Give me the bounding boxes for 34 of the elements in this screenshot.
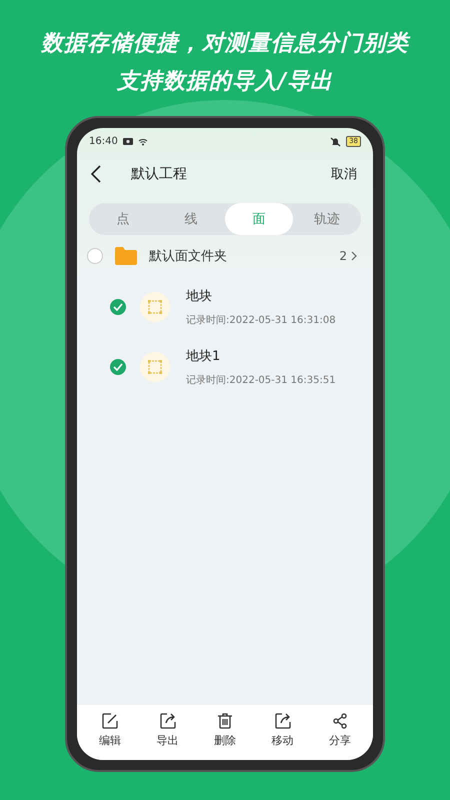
toolbar-button[interactable]: 分享 xyxy=(315,713,365,748)
checkbox[interactable] xyxy=(110,359,126,375)
item-name: 地块1 xyxy=(186,348,222,365)
export-icon xyxy=(160,713,176,729)
folder-icon xyxy=(115,247,137,265)
polygon-icon xyxy=(140,292,170,322)
status-time: 16:40 xyxy=(89,136,118,147)
headline-text: 支持数据的导入/导出 xyxy=(116,68,334,96)
notification-icon xyxy=(122,138,133,145)
polygon-icon xyxy=(140,352,170,382)
move-icon xyxy=(274,713,290,729)
checkmark-icon xyxy=(113,363,123,371)
headline-text: 数据存储便捷，对测量信息分门别类 xyxy=(41,30,409,58)
page-title: 默认工程 xyxy=(131,165,187,183)
cancel-button[interactable]: 取消 xyxy=(331,165,357,183)
back-icon[interactable] xyxy=(91,165,101,183)
item-name: 地块 xyxy=(186,288,213,305)
toolbar-button[interactable]: 导出 xyxy=(142,713,192,748)
record-time: 记录时间:2022-05-31 16:35:51 xyxy=(186,374,336,387)
folder-name: 默认面文件夹 xyxy=(149,248,227,265)
chevron-right-icon xyxy=(351,251,357,261)
checkmark-icon xyxy=(113,303,123,311)
mute-icon xyxy=(330,136,342,146)
checkbox[interactable] xyxy=(87,248,103,264)
checkbox[interactable] xyxy=(110,299,126,315)
toolbar-button[interactable]: 移动 xyxy=(258,713,308,748)
item-count: 2 xyxy=(339,249,347,263)
toolbar-button[interactable]: 删除 xyxy=(200,713,250,748)
share-icon xyxy=(332,713,348,729)
trash-icon xyxy=(217,713,233,729)
record-time: 记录时间:2022-05-31 16:31:08 xyxy=(186,314,336,327)
toolbar-button[interactable]: 编辑 xyxy=(85,713,135,748)
wifi-icon xyxy=(138,138,148,146)
edit-icon xyxy=(102,713,118,729)
